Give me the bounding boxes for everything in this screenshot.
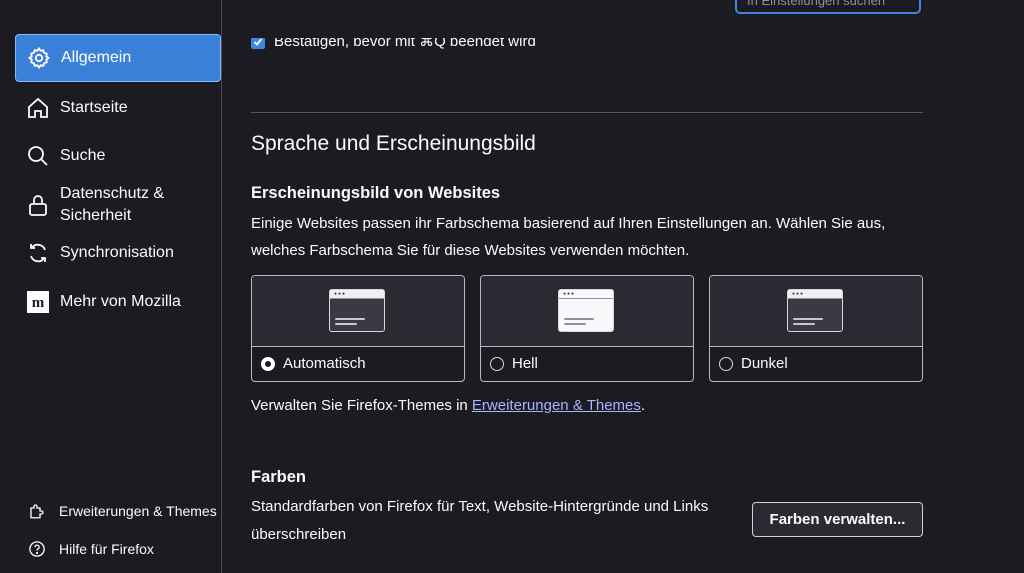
radio-dark[interactable]	[719, 356, 733, 371]
sidebar-item-mehr-von-mozilla[interactable]: m Mehr von Mozilla	[15, 289, 221, 315]
sidebar-footer-hilfe[interactable]: Hilfe für Firefox	[28, 540, 154, 558]
sidebar-footer-label: Erweiterungen & Themes	[59, 503, 217, 519]
manage-colors-button[interactable]: Farben verwalten...	[752, 502, 923, 537]
browser-window-preview-dark-icon: ●●●	[329, 289, 385, 332]
confirm-quit-label: Bestätigen, bevor mit ⌘Q beendet wird	[274, 38, 536, 50]
sidebar-item-label: Datenschutz & Sicherheit	[60, 183, 164, 227]
website-appearance-description: Einige Websites passen ihr Farbschema ba…	[251, 215, 886, 259]
manage-themes-prefix: Verwalten Sie Firefox-Themes in	[251, 397, 472, 414]
colors-title: Farben	[251, 468, 307, 486]
svg-text:m: m	[32, 295, 45, 311]
gear-icon	[26, 45, 52, 71]
manage-themes-text: Verwalten Sie Firefox-Themes in Erweiter…	[251, 397, 645, 414]
sidebar-item-label: Allgemein	[61, 49, 132, 66]
extensions-themes-link[interactable]: Erweiterungen & Themes	[472, 397, 641, 414]
appearance-option-dark[interactable]: ●●● Dunkel	[709, 275, 923, 382]
sidebar-item-synchronisation[interactable]: Synchronisation	[15, 240, 221, 266]
appearance-option-automatic[interactable]: ●●● Automatisch	[251, 275, 465, 382]
option-label: Dunkel	[741, 355, 788, 372]
website-appearance-title: Erscheinungsbild von Websites	[251, 184, 501, 202]
sidebar-item-label: Suche	[60, 147, 106, 164]
help-icon	[28, 540, 46, 558]
browser-window-preview-dark-icon: ●●●	[787, 289, 843, 332]
confirm-quit-row[interactable]: Bestätigen, bevor mit ⌘Q beendet wird	[251, 38, 536, 54]
search-input[interactable]: In Einstellungen suchen	[735, 0, 921, 14]
browser-window-preview-light-icon: ●●●	[558, 289, 614, 332]
sidebar-item-suche[interactable]: Suche	[15, 143, 221, 169]
home-icon	[25, 95, 51, 121]
option-label: Automatisch	[283, 355, 366, 372]
mozilla-icon: m	[25, 289, 51, 315]
puzzle-icon	[28, 502, 46, 520]
appearance-preview: ●●●	[710, 276, 922, 347]
sidebar-footer-label: Hilfe für Firefox	[59, 541, 154, 557]
manage-themes-suffix: .	[640, 397, 646, 414]
colors-description: Standardfarben von Firefox für Text, Web…	[251, 498, 709, 543]
confirm-quit-checkbox[interactable]	[251, 38, 265, 49]
section-title-language: Sprache und Erscheinungsbild	[251, 132, 536, 155]
sidebar: Allgemein Startseite Suche Datenschutz &…	[0, 0, 222, 573]
search-icon	[25, 143, 51, 169]
sync-icon	[25, 240, 51, 266]
sidebar-item-label-line1: Datenschutz &	[60, 185, 165, 202]
sidebar-item-allgemein[interactable]: Allgemein	[15, 34, 221, 82]
radio-light[interactable]	[490, 356, 504, 371]
radio-automatic[interactable]	[261, 356, 275, 371]
appearance-option-label-row: Dunkel	[719, 355, 788, 372]
sidebar-item-label: Startseite	[60, 99, 128, 116]
sidebar-item-label: Mehr von Mozilla	[60, 293, 181, 310]
main-content: In Einstellungen suchen Bestätigen, bevo…	[251, 0, 923, 573]
lock-icon	[25, 192, 51, 218]
sidebar-item-datenschutz[interactable]: Datenschutz & Sicherheit	[15, 182, 221, 228]
section-divider	[251, 112, 923, 113]
sidebar-item-label-line2: Sicherheit	[60, 207, 132, 224]
sidebar-item-label: Synchronisation	[60, 244, 174, 261]
option-label: Hell	[512, 355, 538, 372]
sidebar-footer-erweiterungen[interactable]: Erweiterungen & Themes	[28, 502, 217, 520]
appearance-preview: ●●●	[252, 276, 464, 347]
appearance-option-label-row: Hell	[490, 355, 538, 372]
appearance-option-light[interactable]: ●●● Hell	[480, 275, 694, 382]
sidebar-item-startseite[interactable]: Startseite	[15, 95, 221, 121]
appearance-option-label-row: Automatisch	[261, 355, 366, 372]
appearance-preview: ●●●	[481, 276, 693, 347]
